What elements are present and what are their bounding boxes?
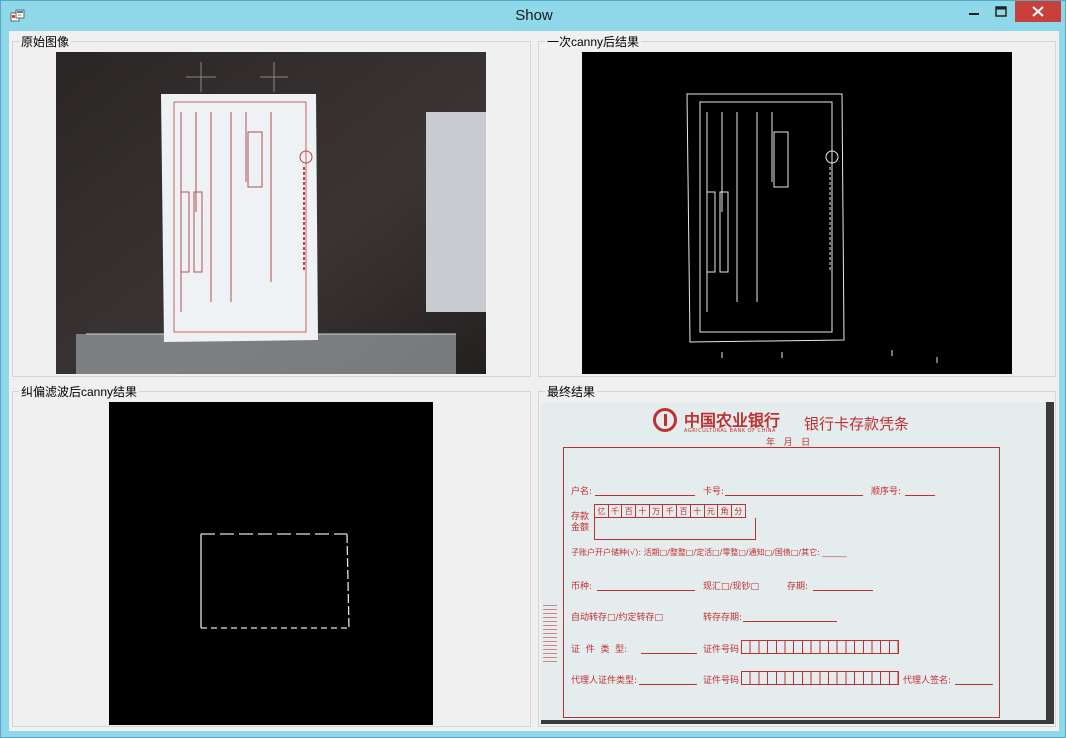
amount-digit-cell: 万 <box>648 504 664 518</box>
agent-id-no-grid <box>741 671 899 685</box>
side-print <box>543 602 557 662</box>
main-window: Show 原始图像 一次canny后结果 纠偏滤波后canny结果 最终结果 中… <box>0 0 1066 738</box>
group-final: 最终结果 中国农业银行 AGRICULTURAL BANK OF CHINA 银… <box>538 383 1056 727</box>
roll-term-line <box>743 621 837 622</box>
amount-digit-cell: 元 <box>703 504 719 518</box>
card-no-line <box>725 495 863 496</box>
amount-digit-grid: 亿千百十万千百十元角分 <box>594 504 746 518</box>
agent-sign-label: 代理人签名: <box>903 676 952 686</box>
amount-digit-cell: 十 <box>635 504 650 518</box>
amount-digit-cell: 千 <box>607 504 623 518</box>
maximize-icon <box>995 6 1007 17</box>
term-label: 存期: <box>787 582 809 592</box>
doc-title: 银行卡存款凭条 <box>804 415 910 433</box>
id-no-label: 证件号码 <box>703 645 740 655</box>
id-type-label: 证 件 类 型: <box>571 645 628 655</box>
currency-label: 币种: <box>571 582 593 592</box>
id-type-line <box>641 653 697 654</box>
id-no-grid <box>741 640 899 654</box>
bank-name-en: AGRICULTURAL BANK OF CHINA <box>684 428 776 434</box>
original-image <box>56 52 486 374</box>
agent-id-no-label: 证件号码 <box>703 676 740 686</box>
amount-digit-cell: 分 <box>730 504 746 518</box>
window-title: Show <box>515 7 553 24</box>
agent-id-type-line <box>639 684 697 685</box>
group-label-original: 原始图像 <box>19 33 72 50</box>
group-label-deskew-canny: 纠偏滤波后canny结果 <box>19 383 140 400</box>
amount-box <box>594 518 756 540</box>
client-area: 原始图像 一次canny后结果 纠偏滤波后canny结果 最终结果 中国农业银行… <box>9 31 1059 731</box>
group-deskew-canny: 纠偏滤波后canny结果 <box>12 383 531 727</box>
abc-logo-icon <box>653 408 677 432</box>
close-button[interactable] <box>1015 1 1061 22</box>
cash-label: 现汇□/现钞□ <box>703 582 760 592</box>
amount-digit-cell: 角 <box>717 504 732 518</box>
amount-digit-cell: 十 <box>689 504 705 518</box>
minimize-icon <box>969 13 979 15</box>
canny-edges <box>582 52 1012 374</box>
auto-roll-label: 自动转存□/约定转存□ <box>571 613 664 623</box>
amount-digit-cell: 千 <box>662 504 678 518</box>
term-line <box>813 590 873 591</box>
account-name-line <box>595 495 695 496</box>
currency-line <box>597 590 695 591</box>
seq-no-label: 顺序号: <box>871 487 902 497</box>
group-label-final: 最终结果 <box>545 383 598 400</box>
amount-digit-cell: 亿 <box>594 504 609 518</box>
group-label-canny: 一次canny后结果 <box>545 33 642 50</box>
amount-digit-cell: 百 <box>676 504 691 518</box>
group-canny: 一次canny后结果 <box>538 33 1056 377</box>
sub-account-line: 子账户开户储种(√): 活期□/整整□/定活□/零整□/通知□/国债□/其它: … <box>571 548 847 557</box>
canny-image <box>582 52 1012 374</box>
final-image: 中国农业银行 AGRICULTURAL BANK OF CHINA 银行卡存款凭… <box>541 402 1054 724</box>
roll-term-label: 转存存期: <box>703 613 743 623</box>
original-photo <box>56 52 486 374</box>
title-bar[interactable]: Show <box>1 1 1066 31</box>
amount-digit-cell: 百 <box>621 504 637 518</box>
card-no-label: 卡号: <box>703 487 725 497</box>
agent-sign-line <box>955 684 993 685</box>
maximize-button[interactable] <box>988 1 1014 23</box>
account-name-label: 户名: <box>571 487 593 497</box>
deskew-canny-edges <box>109 402 433 725</box>
group-original: 原始图像 <box>12 33 531 377</box>
seq-no-line <box>905 495 935 496</box>
amount-label: 存款金额 <box>571 512 590 533</box>
agent-id-type-label: 代理人证件类型: <box>571 676 638 686</box>
close-icon <box>1032 6 1044 17</box>
deskew-canny-image <box>109 402 433 725</box>
minimize-button[interactable] <box>961 1 987 23</box>
